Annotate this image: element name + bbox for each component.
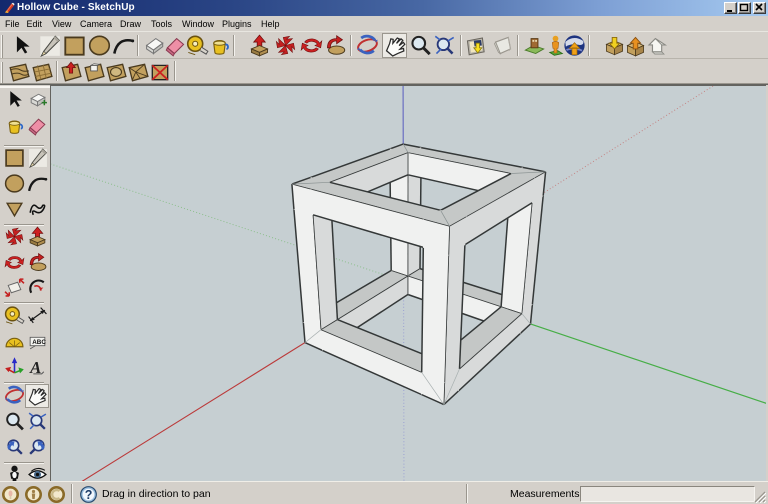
- svg-text:ABC: ABC: [32, 339, 46, 346]
- svg-text:?: ?: [84, 488, 92, 502]
